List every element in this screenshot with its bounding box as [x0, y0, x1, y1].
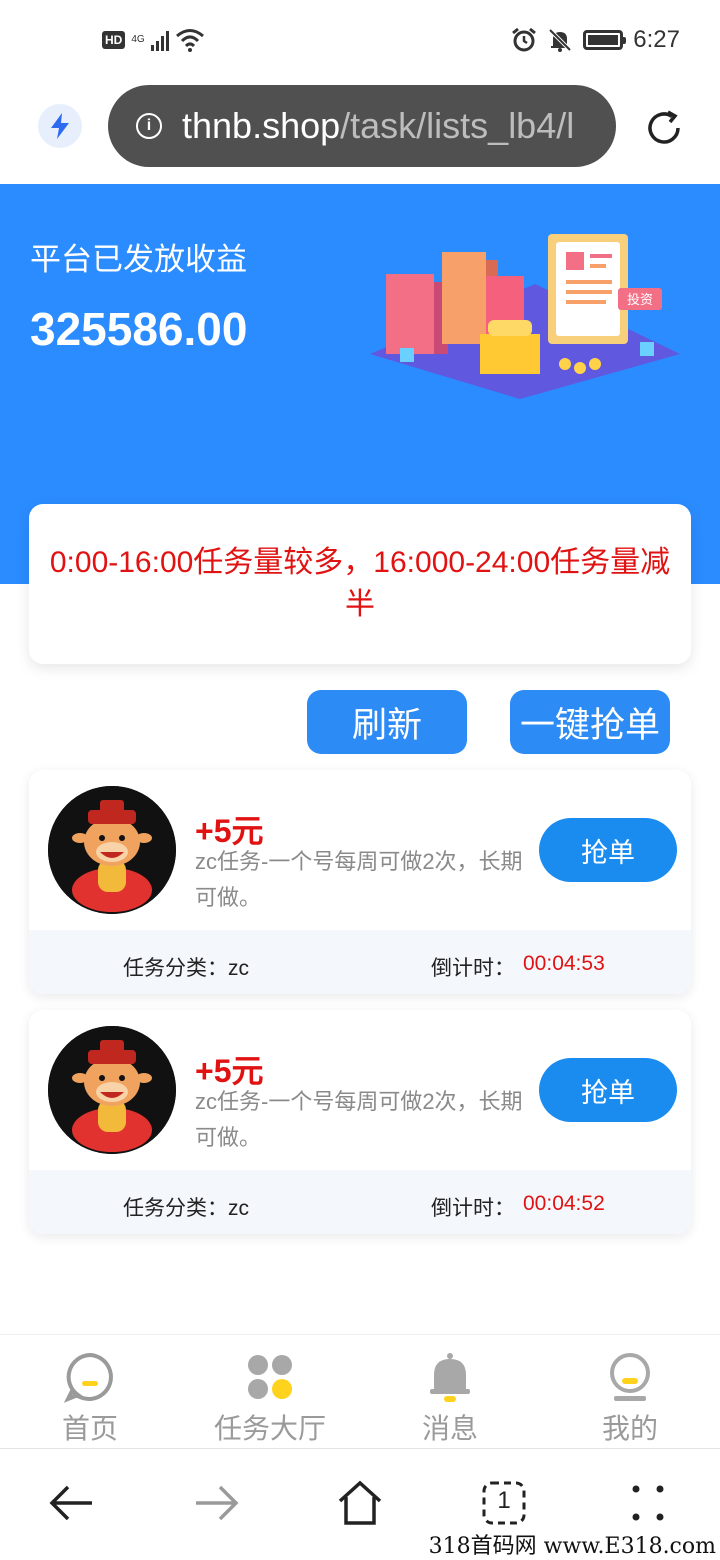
tab-task-hall[interactable]: 任务大厅 — [180, 1335, 360, 1449]
grab-task-button[interactable]: 抢单 — [539, 1058, 677, 1122]
alarm-icon — [512, 27, 537, 52]
task-hall-icon — [248, 1355, 292, 1399]
countdown-label: 倒计时： — [431, 1197, 515, 1220]
tab-profile[interactable]: 我的 — [540, 1335, 720, 1449]
wifi-icon — [175, 29, 204, 52]
earnings-amount: 325586.00 — [30, 303, 248, 355]
info-icon[interactable]: i — [136, 113, 162, 139]
home-icon[interactable] — [336, 1479, 384, 1527]
task-category: 任务分类：zc — [123, 952, 249, 982]
reload-icon[interactable] — [642, 106, 686, 150]
signal-icon — [150, 29, 169, 51]
system-navigation: 1 318首码网 www.E318.com — [0, 1448, 720, 1560]
countdown-value: 00:04:52 — [523, 1192, 605, 1215]
grab-all-button[interactable]: 一键抢单 — [510, 690, 670, 754]
tab-messages[interactable]: 消息 — [360, 1335, 540, 1449]
notice-card: 0:00-16:00任务量较多，16:000-24:00任务量减半 — [29, 504, 691, 664]
task-category-value: zc — [228, 1197, 249, 1220]
url-path: /task/lists_lb4/l — [340, 105, 575, 146]
tab-home[interactable]: 首页 — [0, 1335, 180, 1449]
task-description: zc任务-一个号每周可做2次，长期可做。 — [195, 849, 523, 910]
task-meta: 任务分类：zc 倒计时： 00:04:53 — [29, 930, 691, 994]
status-left: HD 4G — [102, 28, 205, 52]
illustration-sign: 投资 — [627, 292, 653, 308]
tab-home-label: 首页 — [61, 1413, 118, 1444]
profile-icon — [610, 1353, 650, 1401]
url-host: thnb.shop — [182, 105, 341, 146]
task-category-value: zc — [228, 957, 249, 980]
earnings-label: 平台已发放收益 — [30, 242, 247, 277]
countdown-value: 00:04:53 — [523, 952, 605, 975]
tab-profile-label: 我的 — [601, 1413, 658, 1444]
tab-count: 1 — [497, 1487, 511, 1514]
tab-messages-label: 消息 — [421, 1413, 478, 1444]
task-card[interactable]: +5元 zc任务-一个号每周可做2次，长期可做。 抢单 任务分类：zc 倒计时：… — [29, 1010, 691, 1234]
investment-illustration: 投资 — [370, 234, 680, 399]
tab-task-hall-label: 任务大厅 — [213, 1413, 326, 1444]
status-right: 6:27 — [511, 26, 680, 54]
browser-toolbar: i thnb.shop/task/lists_lb4/l — [0, 84, 720, 184]
task-category-label: 任务分类： — [123, 1197, 228, 1220]
home-chat-icon — [64, 1352, 113, 1403]
task-avatar — [48, 786, 176, 914]
back-arrow-icon[interactable] — [48, 1479, 96, 1527]
notice-text: 0:00-16:00任务量较多，16:000-24:00任务量减半 — [49, 546, 671, 621]
tabs-switcher-button[interactable]: 1 — [480, 1479, 528, 1527]
battery-icon — [583, 30, 627, 50]
task-card[interactable]: +5元 zc任务-一个号每周可做2次，长期可做。 抢单 任务分类：zc 倒计时：… — [29, 770, 691, 994]
network-type: 4G — [131, 34, 145, 45]
refresh-button[interactable]: 刷新 — [307, 690, 467, 754]
grab-task-button[interactable]: 抢单 — [539, 818, 677, 882]
status-bar: HD 4G 6:27 — [0, 0, 720, 84]
watermark: 318首码网 www.E318.com — [428, 1534, 716, 1559]
task-description: zc任务-一个号每周可做2次，长期可做。 — [195, 1089, 523, 1150]
task-category-label: 任务分类： — [123, 957, 228, 980]
task-category: 任务分类：zc — [123, 1192, 249, 1222]
bolt-icon[interactable] — [38, 104, 82, 148]
task-meta: 任务分类：zc 倒计时： 00:04:52 — [29, 1170, 691, 1234]
bottom-tab-bar: 首页 任务大厅 消息 我的 — [0, 1334, 720, 1448]
hd-badge: HD — [102, 31, 126, 49]
address-bar[interactable]: i thnb.shop/task/lists_lb4/l — [108, 85, 616, 167]
task-avatar — [48, 1026, 176, 1154]
mute-bell-icon — [548, 28, 572, 52]
bell-icon — [430, 1353, 470, 1402]
forward-arrow-icon[interactable] — [192, 1479, 240, 1527]
countdown-label: 倒计时： — [431, 957, 515, 980]
status-time: 6:27 — [633, 26, 680, 53]
menu-dots-icon[interactable] — [624, 1479, 672, 1527]
